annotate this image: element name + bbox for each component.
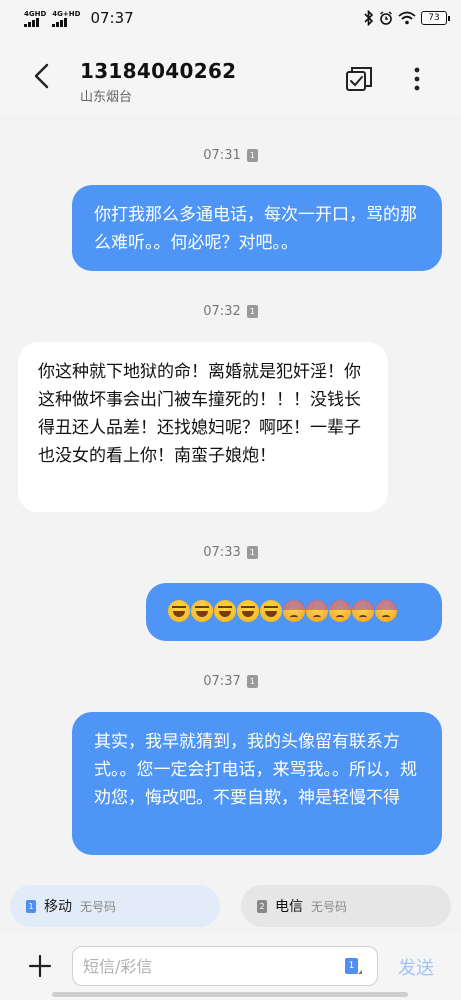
message-bubble-outgoing[interactable] [146,583,442,641]
conversation-header: 13184040262 山东烟台 [0,36,461,116]
weary-emoji-icon [375,600,397,622]
message-input[interactable] [72,946,378,986]
weary-emoji-icon [329,600,351,622]
tears-of-joy-emoji-icon [214,600,236,622]
sim-1-icon: 1 [246,675,258,688]
cellular-signal-2-icon: 4G+HD [52,10,80,27]
send-button[interactable]: 发送 [398,954,434,980]
tears-of-joy-emoji-icon [168,600,190,622]
sim-1-carrier: 移动 [44,899,72,915]
status-time: 07:37 [90,9,134,27]
message-bubble-incoming[interactable]: 你这种就下地狱的命！离婚就是犯奸淫！你这种做坏事会出门被车撞死的！！！没钱长得丑… [18,342,388,512]
sim-selector: 1 移动 无号码 2 电信 无号码 [0,880,461,934]
message-timestamp: 07:37 1 [0,674,461,689]
sim-1-status: 无号码 [80,899,117,914]
weary-emoji-icon [306,600,328,622]
wifi-icon [398,11,416,25]
home-indicator[interactable] [52,992,408,997]
weary-emoji-icon [352,600,374,622]
cellular-signal-1-icon: 4GHD [24,10,46,27]
weary-emoji-icon [283,600,305,622]
emoji-row [168,600,420,622]
message-timestamp: 07:33 1 [0,545,461,560]
contact-location: 山东烟台 [80,90,133,105]
sim-2-icon: 2 [257,899,267,913]
message-bubble-outgoing[interactable]: 其实，我早就猜到，我的头像留有联系方式。。您一定会打电话，来骂我。。所以，规劝您… [72,712,442,855]
sim-2-carrier: 电信 [275,899,303,915]
sim-1-icon: 1 [246,149,258,162]
sim-switch-icon[interactable]: 1 [345,958,358,974]
back-arrow-icon[interactable] [30,62,54,90]
tears-of-joy-emoji-icon [237,600,259,622]
sim-2-status: 无号码 [311,899,348,914]
bluetooth-icon [364,10,374,26]
message-text: 你打我那么多通电话，每次一开口，骂的那么难听。。何必呢？对吧。。 [94,205,417,253]
message-bubble-outgoing[interactable]: 你打我那么多通电话，每次一开口，骂的那么难听。。何必呢？对吧。。 [72,185,442,271]
sim-switch-caret-icon [358,970,362,974]
message-text: 你这种就下地狱的命！离婚就是犯奸淫！你这种做坏事会出门被车撞死的！！！没钱长得丑… [38,362,361,466]
sim-1-icon: 1 [246,546,258,559]
select-icon[interactable] [345,66,373,92]
more-icon[interactable] [405,66,429,92]
sim-1-icon: 1 [246,305,258,318]
message-text: 其实，我早就猜到，我的头像留有联系方式。。您一定会打电话，来骂我。。所以，规劝您… [94,732,417,808]
message-timestamp: 07:31 1 [0,148,461,163]
message-timestamp: 07:32 1 [0,304,461,319]
status-bar: 4GHD 4G+HD 07:37 73 [0,0,461,36]
tears-of-joy-emoji-icon [260,600,282,622]
battery-icon: 73 [421,11,450,25]
alarm-icon [380,11,392,25]
sim-1-icon: 1 [26,899,36,913]
add-icon[interactable] [28,954,52,978]
sim-2-button[interactable]: 2 电信 无号码 [241,885,451,927]
message-composer: 1 发送 [0,934,461,1000]
message-list[interactable]: 07:31 1 你打我那么多通电话，每次一开口，骂的那么难听。。何必呢？对吧。。… [0,116,461,880]
tears-of-joy-emoji-icon [191,600,213,622]
contact-number: 13184040262 [80,59,237,83]
sim-1-button[interactable]: 1 移动 无号码 [10,885,220,927]
